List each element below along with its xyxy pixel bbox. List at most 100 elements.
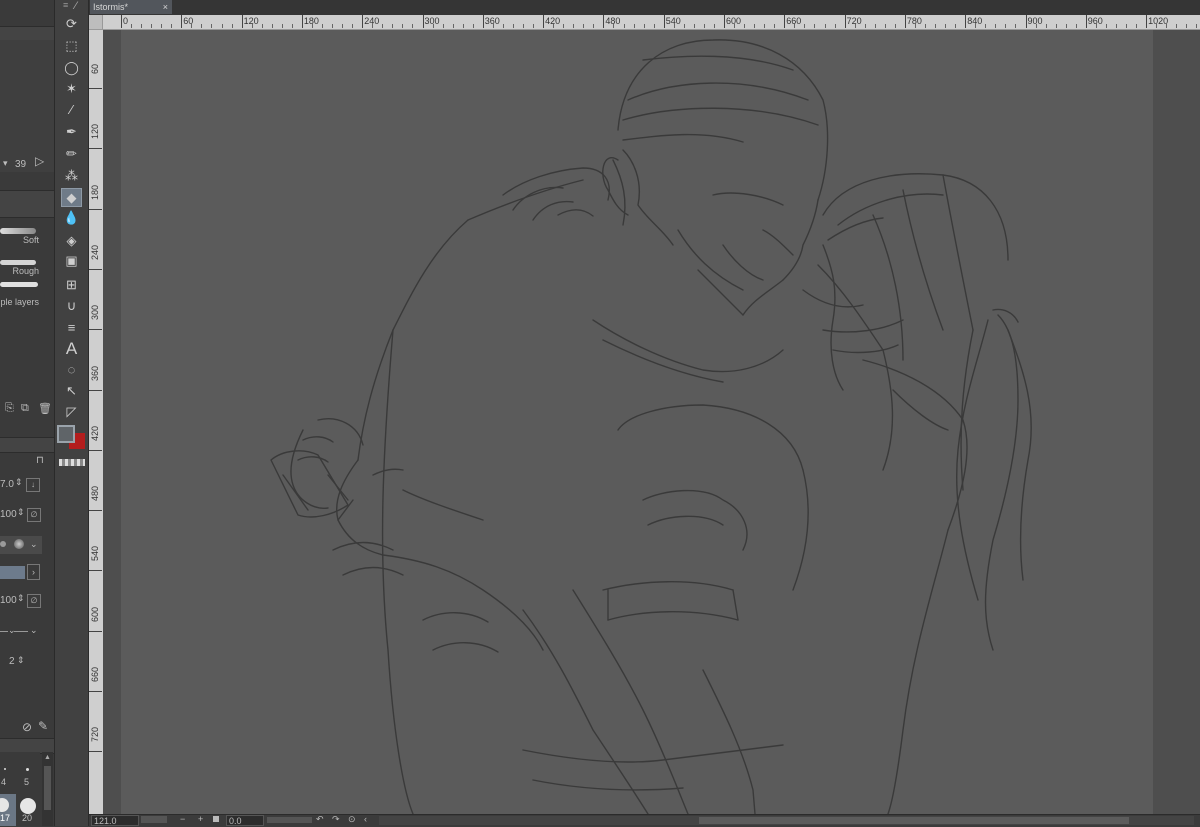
- ruler-tick: [121, 15, 122, 28]
- ruler-tick: [904, 15, 906, 28]
- size-cell-selected[interactable]: 17: [0, 794, 16, 826]
- pressure-icon[interactable]: ↓: [26, 478, 40, 492]
- lock-icon[interactable]: ⊓: [36, 455, 44, 466]
- size-dot[interactable]: [20, 798, 36, 814]
- ruler-minor-tick: [734, 24, 736, 28]
- zoom-value[interactable]: 121.0: [91, 815, 139, 826]
- palette-scrollbar[interactable]: ▲: [42, 752, 53, 826]
- copy-icon[interactable]: ⎘: [5, 402, 14, 415]
- brush-shape-dropdown[interactable]: ⌄: [0, 536, 42, 554]
- preset-rough[interactable]: Rough: [0, 250, 42, 278]
- document-tab[interactable]: Istormis* ×: [90, 0, 172, 14]
- rotate-right-icon[interactable]: ↷: [332, 814, 340, 825]
- ruler-minor-tick: [291, 24, 293, 28]
- ruler-minor-tick: [884, 24, 886, 28]
- trash-icon[interactable]: 🗑: [38, 402, 52, 415]
- fill-icon[interactable]: ◈: [61, 231, 82, 250]
- zoom-out-icon[interactable]: −: [180, 814, 185, 824]
- chevron-right-icon[interactable]: ›: [27, 564, 40, 580]
- zoom-in-icon[interactable]: +: [198, 814, 203, 824]
- ruler-minor-tick: [342, 24, 344, 28]
- stroke-step-value[interactable]: 2: [9, 656, 15, 667]
- lasso-icon[interactable]: ◯: [61, 58, 82, 77]
- fit-icon[interactable]: [213, 816, 219, 822]
- size-dot[interactable]: [26, 768, 29, 771]
- opacity-value[interactable]: 100: [0, 509, 17, 520]
- horizontal-scrollbar[interactable]: [379, 816, 1194, 825]
- toolbar-grip[interactable]: ≡: [63, 0, 68, 10]
- ruler-minor-tick: [502, 24, 504, 28]
- chevron-down-icon: ⌄: [30, 625, 38, 635]
- ruler-tick-label: 120: [90, 124, 100, 140]
- close-icon[interactable]: ×: [163, 0, 168, 14]
- pressure-icon[interactable]: ∅: [27, 594, 41, 608]
- ruler-minor-tick: [512, 24, 514, 28]
- ruler-minor-tick: [985, 24, 987, 28]
- scroll-thumb[interactable]: [699, 817, 1129, 824]
- gradient-icon[interactable]: ▣: [61, 251, 82, 270]
- reset-rotation-icon[interactable]: ⊙: [348, 814, 356, 825]
- ruler-minor-tick: [1035, 24, 1037, 28]
- pencil-icon[interactable]: ✏: [61, 144, 82, 163]
- stepper-icon[interactable]: ⇕: [17, 507, 25, 518]
- pen-icon[interactable]: ✒: [61, 122, 82, 141]
- transparent-color-swatch[interactable]: [59, 459, 85, 466]
- object-select-icon[interactable]: ↖: [61, 381, 82, 400]
- duplicate-icon[interactable]: ⧉: [21, 402, 29, 415]
- canvas-area[interactable]: [103, 30, 1200, 814]
- eyedropper-icon[interactable]: ⁄: [61, 100, 82, 119]
- brush-filter-icon[interactable]: ▾: [3, 158, 8, 169]
- ruler-icon[interactable]: ∪: [61, 296, 82, 315]
- ruler-minor-tick: [231, 24, 233, 28]
- magic-wand-icon[interactable]: ✶: [61, 79, 82, 98]
- selection-move-icon[interactable]: ⬚: [61, 36, 82, 55]
- scroll-up-icon[interactable]: ▲: [44, 754, 51, 761]
- zoom-slider[interactable]: [141, 816, 167, 823]
- play-icon[interactable]: ▷: [35, 154, 44, 168]
- ruler-tick: [724, 15, 725, 28]
- eraser-icon[interactable]: ◆: [61, 188, 82, 207]
- line-style-dropdown[interactable]: ⌄ ⌄: [0, 625, 42, 639]
- size-dot[interactable]: [4, 768, 6, 770]
- stepper-icon[interactable]: ⇕: [17, 593, 25, 604]
- stepper-icon[interactable]: ⇕: [15, 477, 23, 488]
- ruler-minor-tick: [553, 24, 555, 28]
- stepper-icon[interactable]: ⇕: [17, 655, 25, 666]
- density-row: 100 ⇕ ∅: [0, 592, 54, 610]
- angle-value[interactable]: 0.0: [226, 815, 264, 826]
- color-slider[interactable]: [0, 566, 25, 579]
- angle-slider[interactable]: [267, 817, 312, 823]
- line-sample: [14, 631, 28, 632]
- ruler-minor-tick: [703, 24, 705, 28]
- canvas-artwork[interactable]: [103, 30, 1200, 814]
- ruler-tick: [181, 15, 183, 28]
- reset-icon[interactable]: ⊘: [22, 720, 32, 734]
- size-label: 20: [22, 813, 33, 823]
- wrench-icon[interactable]: ✎: [38, 719, 48, 733]
- correct-line-icon[interactable]: ◸: [61, 402, 82, 421]
- rotate-left-icon[interactable]: ↶: [316, 814, 324, 825]
- balloon-icon[interactable]: ◌: [61, 360, 82, 379]
- brush-size-value[interactable]: 7.0: [0, 479, 14, 490]
- text-icon[interactable]: A: [61, 339, 82, 358]
- frame-icon[interactable]: ⊞: [61, 275, 82, 294]
- airbrush-icon[interactable]: ⁂: [61, 166, 82, 185]
- preset-multiple-layers[interactable]: Multiple layers: [0, 280, 42, 308]
- ruler-minor-tick: [1126, 24, 1127, 28]
- preset-soft[interactable]: Soft: [0, 218, 42, 246]
- pressure-icon[interactable]: ∅: [27, 508, 41, 522]
- ruler-minor-tick: [1065, 24, 1067, 28]
- ruler-minor-tick: [975, 24, 977, 28]
- ruler-tick-label: 60: [90, 64, 100, 75]
- blend-icon[interactable]: 💧: [61, 208, 82, 227]
- opacity-row: 100 ⇕ ∅: [0, 506, 54, 524]
- ruler-tick-label: 1020: [1148, 16, 1169, 26]
- rotate-icon[interactable]: ⟳: [61, 14, 82, 33]
- flip-icon[interactable]: ‹: [364, 814, 367, 824]
- hatch-icon[interactable]: ≡: [61, 318, 82, 337]
- tool-property-header: [0, 437, 54, 453]
- scroll-thumb[interactable]: [44, 766, 51, 810]
- main-color-swatch[interactable]: [57, 425, 75, 443]
- density-value[interactable]: 100: [0, 595, 17, 606]
- size-label: 5: [24, 777, 30, 787]
